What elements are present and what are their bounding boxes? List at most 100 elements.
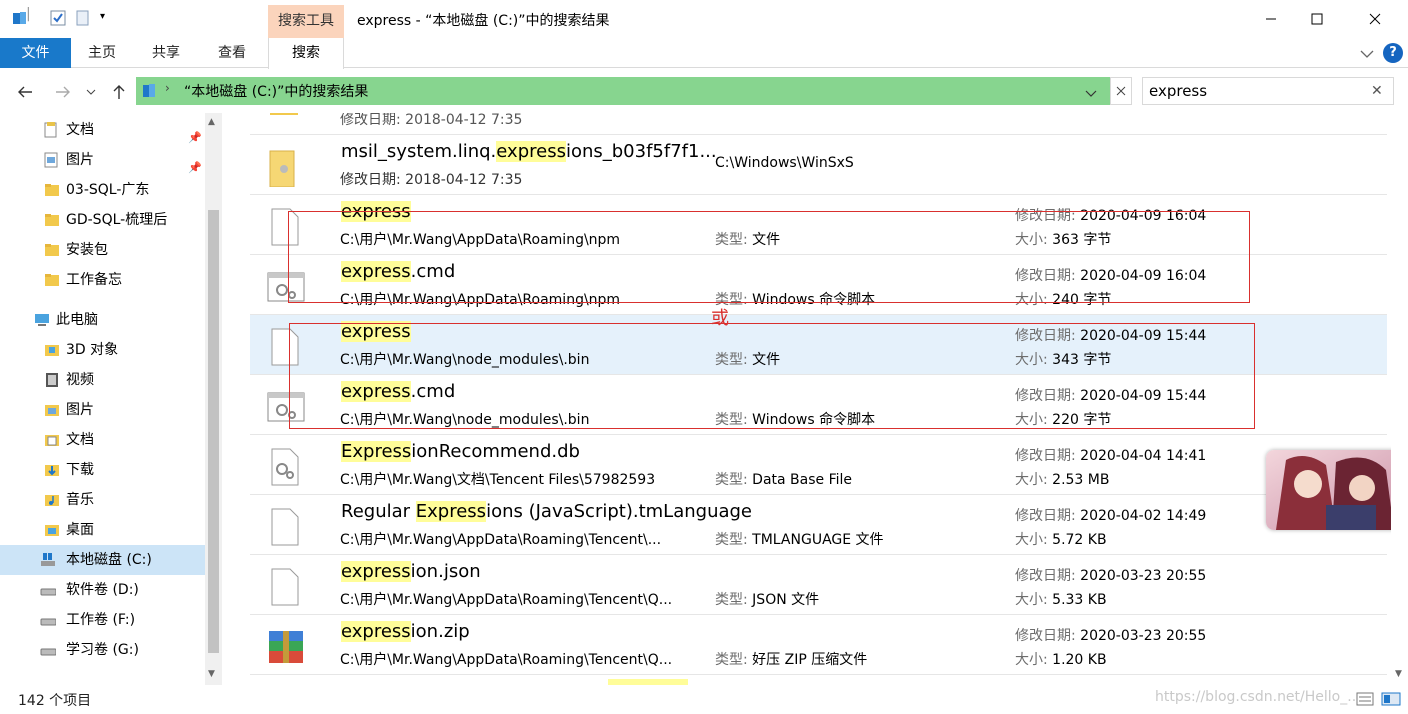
tab-file[interactable]: 文件 xyxy=(0,38,71,68)
up-button[interactable] xyxy=(108,81,130,103)
tab-search[interactable]: 搜索 xyxy=(268,38,344,69)
recent-locations-button[interactable] xyxy=(84,81,98,103)
minimize-icon xyxy=(1266,18,1276,20)
file-icon xyxy=(271,568,299,606)
nav-item-documents[interactable]: 文档 xyxy=(0,425,205,455)
folder-icon xyxy=(45,214,59,226)
nav-item-local-disk-c[interactable]: 本地磁盘 (C:) xyxy=(0,545,205,575)
title-bar: | ▾ 搜索工具 express - “本地磁盘 (C:)”中的搜索结果 xyxy=(0,0,1408,38)
results-pane: 修改日期: 2018-04-12 7:35 msil_system.linq.e… xyxy=(222,113,1408,685)
file-size: 大小: 5.72 KB xyxy=(1015,532,1107,548)
navigation-pane: 文档 📌 图片 📌 03-SQL-广东 GD-SQL-梳理后 安装包 工作备忘 … xyxy=(0,113,222,685)
tab-share[interactable]: 共享 xyxy=(152,38,180,68)
file-icon xyxy=(271,508,299,546)
result-row[interactable]: msil_system.linq.expressions_b03f5f7f1..… xyxy=(250,135,1387,195)
file-type: 类型: Data Base File xyxy=(715,472,853,488)
view-toggle[interactable] xyxy=(1356,691,1402,711)
forward-button[interactable] xyxy=(52,81,74,103)
nav-item-03-sql[interactable]: 03-SQL-广东 xyxy=(0,175,205,205)
nav-scroll-thumb[interactable] xyxy=(208,210,219,653)
file-size: 大小: 5.33 KB xyxy=(1015,592,1107,608)
maximize-button[interactable] xyxy=(1294,0,1340,38)
ribbon-tabs: 文件 主页 共享 查看 搜索 ? xyxy=(0,38,1408,69)
nav-item-downloads[interactable]: 下载 xyxy=(0,455,205,485)
result-row[interactable]: Regular Expressions (JavaScript).tmLangu… xyxy=(250,495,1387,555)
file-type: 类型: TMLANGUAGE 文件 xyxy=(715,532,884,548)
file-location: C:\Windows\WinSxS xyxy=(715,155,854,171)
nav-item-this-pc[interactable]: 此电脑 xyxy=(0,305,205,335)
new-folder-icon[interactable] xyxy=(76,10,90,30)
forward-arrow-icon xyxy=(56,86,70,98)
results-scrollbar[interactable]: ▼ xyxy=(1391,113,1408,685)
search-box[interactable]: express ✕ xyxy=(1142,77,1394,105)
nav-item-documents-quick[interactable]: 文档 📌 xyxy=(0,115,205,145)
nav-item-drive-d[interactable]: 软件卷 (D:) xyxy=(0,575,205,605)
properties-icon[interactable] xyxy=(50,10,66,30)
nav-item-work-memo[interactable]: 工作备忘 xyxy=(0,265,205,295)
customize-qat-icon[interactable]: ▾ xyxy=(100,11,105,22)
nav-scrollbar[interactable]: ▲ ▼ xyxy=(205,113,222,685)
scroll-down-icon[interactable]: ▼ xyxy=(208,669,215,679)
file-path: C:\用户\Mr.Wang\AppData\Roaming\Tencent\Q.… xyxy=(340,652,673,668)
nav-item-pictures-quick[interactable]: 图片 📌 xyxy=(0,145,205,175)
back-button[interactable] xyxy=(14,81,36,103)
large-icons-view-icon xyxy=(1381,692,1401,706)
nav-item-music[interactable]: 音乐 xyxy=(0,485,205,515)
scroll-up-icon[interactable]: ▲ xyxy=(208,117,215,127)
annotation-box-npm xyxy=(288,211,1250,303)
nav-item-drive-f[interactable]: 工作卷 (F:) xyxy=(0,605,205,635)
result-row[interactable]: 修改日期: 2018-04-12 7:35 xyxy=(250,113,1387,135)
nav-item-drive-g[interactable]: 学习卷 (G:) xyxy=(0,635,205,665)
folder-icon xyxy=(269,150,295,187)
file-name: ExpressionRecommend.db xyxy=(341,441,580,462)
drive-icon xyxy=(40,618,56,626)
file-name: expression.json xyxy=(341,561,481,582)
tab-home[interactable]: 主页 xyxy=(88,38,116,68)
back-arrow-icon xyxy=(18,86,32,98)
floating-avatar-widget[interactable] xyxy=(1266,450,1408,530)
address-row: › “本地磁盘 (C:)”中的搜索结果 express ✕ xyxy=(0,69,1408,113)
file-path: C:\用户\Mr.Wang\AppData\Roaming\Tencent\..… xyxy=(340,532,662,548)
documents-icon xyxy=(44,122,57,138)
music-icon xyxy=(45,495,59,506)
windows-drive-icon xyxy=(41,553,55,566)
minimize-button[interactable] xyxy=(1248,0,1294,38)
nav-item-pictures[interactable]: 图片 xyxy=(0,395,205,425)
pictures-icon xyxy=(45,405,59,416)
expand-ribbon-icon[interactable] xyxy=(1360,44,1374,63)
separator-icon: | xyxy=(26,6,31,22)
close-button[interactable] xyxy=(1352,0,1398,38)
nav-item-videos[interactable]: 视频 xyxy=(0,365,205,395)
address-dropdown-icon[interactable] xyxy=(1085,84,1097,103)
result-row[interactable]: ExpressionRecommend.db C:\用户\Mr.Wang\文档\… xyxy=(250,435,1387,495)
file-size: 大小: 1.20 KB xyxy=(1015,652,1107,668)
nav-item-gd-sql[interactable]: GD-SQL-梳理后 xyxy=(0,205,205,235)
result-row[interactable]: expression.zip C:\用户\Mr.Wang\AppData\Roa… xyxy=(250,615,1387,675)
help-button[interactable]: ? xyxy=(1383,43,1403,63)
nav-item-installers[interactable]: 安装包 xyxy=(0,235,205,265)
nav-item-3d-objects[interactable]: 3D 对象 xyxy=(0,335,205,365)
stop-search-button[interactable] xyxy=(1110,77,1132,105)
file-date: 修改日期: 2020-04-02 14:49 xyxy=(1015,508,1207,524)
tab-view[interactable]: 查看 xyxy=(218,38,246,68)
address-bar[interactable]: › “本地磁盘 (C:)”中的搜索结果 xyxy=(136,77,1110,105)
folder-icon xyxy=(45,184,59,196)
file-date: 修改日期: 2020-03-23 20:55 xyxy=(1015,568,1207,584)
file-explorer-window: | ▾ 搜索工具 express - “本地磁盘 (C:)”中的搜索结果 文件 … xyxy=(0,0,1408,714)
address-path: “本地磁盘 (C:)”中的搜索结果 xyxy=(184,84,369,100)
annotation-box-node-modules xyxy=(289,323,1255,429)
3d-objects-icon xyxy=(45,345,59,356)
clear-search-icon[interactable]: ✕ xyxy=(1371,83,1383,99)
maximize-icon xyxy=(1311,13,1323,25)
status-bar: 142 个项目 https://blog.csdn.net/Hello_... xyxy=(0,685,1408,714)
scroll-down-icon[interactable]: ▼ xyxy=(1395,669,1402,679)
nav-item-desktop[interactable]: 桌面 xyxy=(0,515,205,545)
downloads-icon xyxy=(45,465,59,476)
search-input[interactable]: express xyxy=(1149,82,1207,100)
file-date: 修改日期: 2020-03-23 20:55 xyxy=(1015,628,1207,644)
details-view-icon xyxy=(1356,692,1374,706)
drive-icon xyxy=(40,588,56,596)
computer-icon xyxy=(35,314,49,326)
result-row[interactable]: expression.json C:\用户\Mr.Wang\AppData\Ro… xyxy=(250,555,1387,615)
annotation-or-text: 或 xyxy=(711,308,729,329)
